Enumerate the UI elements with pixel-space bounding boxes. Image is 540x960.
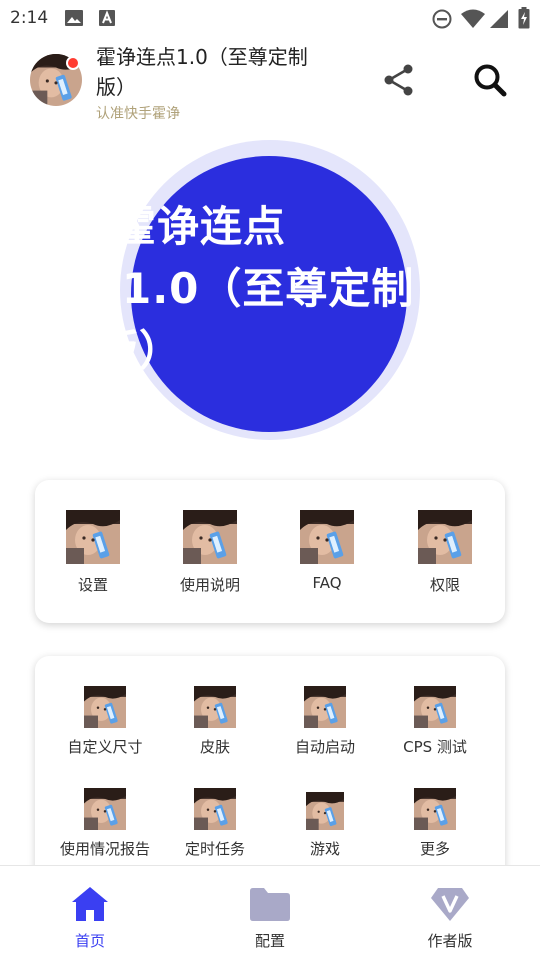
hero-title: 霍诤连点 1.0（至尊定制 版） <box>120 196 420 386</box>
more-icon <box>414 788 456 830</box>
nav-author-version[interactable]: 作者版 <box>390 866 510 960</box>
tile-label: 自动启动 <box>294 738 355 756</box>
tile-label: FAQ <box>312 574 342 592</box>
games-tile[interactable]: 游戏 <box>270 792 380 859</box>
tile-label: 使用情况报告 <box>59 840 150 858</box>
tile-label: 设置 <box>77 576 108 594</box>
nav-label: 首页 <box>74 932 105 950</box>
scheduled-task-icon <box>194 788 236 830</box>
auto-start-icon <box>304 686 346 728</box>
hero-line-3: 版） <box>120 326 183 375</box>
signal-icon <box>489 9 509 33</box>
wifi-icon <box>460 9 486 33</box>
faq-icon <box>300 510 354 564</box>
tile-label: 游戏 <box>309 840 340 858</box>
tile-label: 自定义尺寸 <box>67 738 143 756</box>
tile-label: 皮肤 <box>199 738 230 756</box>
status-bar: 2:14 <box>0 0 540 36</box>
feature-menu-card: 自定义尺寸 皮肤 自动启动 CPS 测试 使用情况报告 定时任务 游戏 更多 <box>35 656 505 886</box>
skin-tile[interactable]: 皮肤 <box>160 686 270 757</box>
instructions-tile[interactable]: 使用说明 <box>155 510 265 595</box>
settings-tile[interactable]: 设置 <box>38 510 148 595</box>
image-icon <box>64 9 84 31</box>
auto-start-tile[interactable]: 自动启动 <box>270 686 380 757</box>
tile-label: 使用说明 <box>179 576 240 594</box>
hero-line-1: 霍诤连点 <box>120 202 287 251</box>
text-a-icon <box>98 9 116 31</box>
games-icon <box>306 792 344 830</box>
status-time: 2:14 <box>10 8 49 28</box>
app-title: 霍诤连点1.0（至尊定制版） <box>96 45 308 99</box>
nav-label: 配置 <box>254 932 285 950</box>
battery-charging-icon <box>518 7 530 33</box>
usage-report-icon <box>84 788 126 830</box>
search-icon <box>474 64 507 97</box>
app-subtitle: 认准快手霍诤 <box>96 106 180 122</box>
notification-dot <box>66 56 80 70</box>
skin-icon <box>194 686 236 728</box>
nav-config[interactable]: 配置 <box>210 866 330 960</box>
share-button[interactable] <box>377 58 421 102</box>
settings-icon <box>66 510 120 564</box>
nav-label: 作者版 <box>427 932 473 950</box>
cps-test-icon <box>414 686 456 728</box>
tile-label: CPS 测试 <box>403 738 467 756</box>
hero-line-2: 1.0（至尊定制 <box>122 264 415 313</box>
permissions-tile[interactable]: 权限 <box>390 510 500 595</box>
tile-label: 定时任务 <box>184 840 245 858</box>
home-icon <box>68 884 112 924</box>
cps-test-tile[interactable]: CPS 测试 <box>380 686 490 757</box>
search-button[interactable] <box>468 58 512 102</box>
tile-label: 更多 <box>419 840 450 858</box>
do-not-disturb-icon <box>432 9 452 33</box>
faq-tile[interactable]: FAQ <box>272 510 382 592</box>
bottom-navigation: 首页 配置 作者版 <box>0 865 540 960</box>
quick-menu-card: 设置 使用说明 FAQ 权限 <box>35 480 505 623</box>
usage-report-tile[interactable]: 使用情况报告 <box>50 788 160 859</box>
instructions-icon <box>183 510 237 564</box>
tile-label: 权限 <box>429 576 460 594</box>
folder-icon <box>248 884 292 924</box>
nav-home[interactable]: 首页 <box>30 866 150 960</box>
share-icon <box>384 64 413 96</box>
custom-size-icon <box>84 686 126 728</box>
permissions-icon <box>418 510 472 564</box>
scheduled-task-tile[interactable]: 定时任务 <box>160 788 270 859</box>
vip-diamond-icon <box>428 884 472 924</box>
custom-size-tile[interactable]: 自定义尺寸 <box>50 686 160 757</box>
more-tile[interactable]: 更多 <box>380 788 490 859</box>
